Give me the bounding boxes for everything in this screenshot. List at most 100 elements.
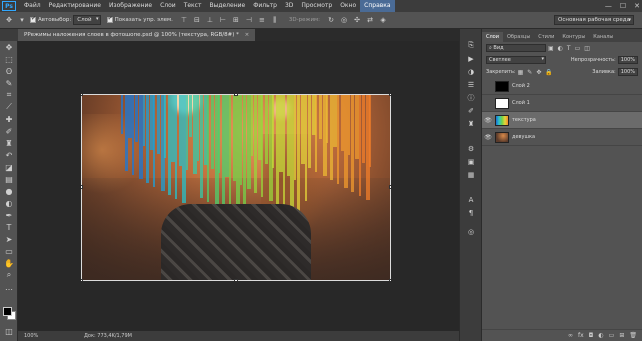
transform-handle[interactable] — [389, 185, 391, 189]
marquee-tool-icon[interactable]: ⬚ — [0, 53, 18, 65]
transform-handle[interactable] — [234, 279, 238, 281]
new-layer-icon[interactable]: ⊞ — [619, 332, 624, 339]
filter-smart-icon[interactable]: ◫ — [584, 45, 590, 52]
pan-3d-icon[interactable]: ✣ — [352, 15, 362, 25]
quick-mask-icon[interactable]: ◫ — [0, 325, 18, 337]
close-icon[interactable]: ✕ — [634, 0, 640, 12]
workspace-dropdown[interactable]: Основная рабочая среда — [554, 15, 634, 25]
zoom-level[interactable]: 100% — [24, 331, 38, 341]
history-panel-icon[interactable]: ⎘ — [460, 39, 482, 52]
panel-tab[interactable]: Слои — [482, 32, 503, 42]
adjustments-panel-icon[interactable]: ◑ — [460, 65, 482, 78]
menu-item[interactable]: Справка — [360, 0, 395, 12]
visibility-eye-icon[interactable]: 👁 — [482, 134, 494, 141]
channels-panel-icon[interactable]: ◎ — [460, 225, 482, 238]
scale-3d-icon[interactable]: ◈ — [378, 15, 388, 25]
maximize-icon[interactable]: ☐ — [620, 0, 626, 12]
paragraph-panel-icon[interactable]: ¶ — [460, 206, 482, 219]
rotate-3d-icon[interactable]: ↻ — [326, 15, 336, 25]
autoselect-checkbox[interactable] — [30, 15, 36, 23]
move-tool-icon[interactable]: ✥ — [0, 41, 18, 53]
menu-item[interactable]: Файл — [20, 0, 45, 12]
fill-input[interactable]: 100% — [617, 68, 638, 76]
blur-tool-icon[interactable]: ● — [0, 185, 18, 197]
autoselect-option[interactable]: Автовыбор: Слой — [30, 15, 101, 25]
more-tools-icon[interactable]: … — [0, 281, 18, 293]
transform-handle[interactable] — [81, 279, 83, 281]
lock-move-icon[interactable]: ✥ — [536, 69, 541, 76]
path-select-icon[interactable]: ➤ — [0, 233, 18, 245]
crop-tool-icon[interactable]: ⌗ — [0, 89, 18, 101]
document-canvas-image[interactable] — [81, 94, 391, 281]
align-center-icon[interactable]: ⊞ — [231, 15, 241, 25]
panel-tab[interactable]: Контуры — [558, 32, 589, 42]
brush-panel-icon[interactable]: ✐ — [460, 104, 482, 117]
blend-mode-dropdown[interactable]: Светлее — [486, 56, 546, 64]
move-tool-icon[interactable]: ✥ — [4, 15, 14, 25]
transform-handle[interactable] — [234, 94, 238, 96]
new-group-icon[interactable]: ▭ — [609, 332, 615, 339]
history-brush-icon[interactable]: ↶ — [0, 149, 18, 161]
clone-stamp-icon[interactable]: ♜ — [0, 137, 18, 149]
transform-handle[interactable] — [389, 94, 391, 96]
panel-tab[interactable]: Каналы — [589, 32, 617, 42]
healing-brush-icon[interactable]: ✚ — [0, 113, 18, 125]
gradient-tool-icon[interactable]: ▤ — [0, 173, 18, 185]
measurement-icon[interactable]: ▦ — [460, 168, 482, 181]
align-middle-icon[interactable]: ⊟ — [192, 15, 202, 25]
pen-tool-icon[interactable]: ✒ — [0, 209, 18, 221]
filter-adjust-icon[interactable]: ◐ — [558, 45, 563, 52]
panel-tab[interactable]: Стили — [534, 32, 558, 42]
delete-layer-icon[interactable]: 🗑 — [629, 332, 637, 339]
actions-panel-icon[interactable]: ▶ — [460, 52, 482, 65]
eyedropper-tool-icon[interactable]: ⟋ — [0, 101, 18, 113]
panel-tab[interactable]: Образцы — [503, 32, 534, 42]
transform-handle[interactable] — [81, 94, 83, 96]
add-mask-icon[interactable]: ◘ — [589, 332, 594, 339]
tool-preset-icon[interactable]: ▾ — [17, 15, 27, 25]
lock-pixels-icon[interactable]: ▦ — [518, 69, 524, 76]
opacity-input[interactable]: 100% — [617, 56, 638, 64]
distribute-h-icon[interactable]: ⫼ — [270, 15, 280, 25]
foreground-color-swatch[interactable] — [3, 307, 12, 316]
tool-presets-icon[interactable]: ⚙ — [460, 142, 482, 155]
transform-bounding-box[interactable] — [81, 94, 391, 281]
transform-handle[interactable] — [81, 185, 83, 189]
layer-row[interactable]: 👁 девушка — [482, 129, 642, 146]
align-left-icon[interactable]: ⊢ — [218, 15, 228, 25]
align-bottom-icon[interactable]: ⊥ — [205, 15, 215, 25]
filter-type-icon[interactable]: T — [567, 45, 571, 52]
minimize-icon[interactable]: — — [605, 0, 612, 12]
autoselect-dropdown[interactable]: Слой — [73, 15, 101, 25]
menu-item[interactable]: 3D — [281, 0, 297, 12]
distribute-icon[interactable]: ≡ — [257, 15, 267, 25]
transform-handle[interactable] — [389, 279, 391, 281]
info-panel-icon[interactable]: ⓘ — [460, 91, 482, 104]
lasso-tool-icon[interactable]: ʘ — [0, 65, 18, 77]
brush-tool-icon[interactable]: ✐ — [0, 125, 18, 137]
dodge-tool-icon[interactable]: ◐ — [0, 197, 18, 209]
menu-item[interactable]: Окно — [336, 0, 360, 12]
layer-style-icon[interactable]: fx — [578, 332, 584, 339]
slide-3d-icon[interactable]: ⇄ — [365, 15, 375, 25]
menu-item[interactable]: Слои — [156, 0, 180, 12]
layer-row[interactable]: 👁 текстура — [482, 112, 642, 129]
roll-3d-icon[interactable]: ◎ — [339, 15, 349, 25]
close-tab-icon[interactable]: × — [245, 32, 250, 38]
eraser-tool-icon[interactable]: ◪ — [0, 161, 18, 173]
menu-item[interactable]: Редактирование — [45, 0, 105, 12]
filter-shape-icon[interactable]: ▭ — [575, 45, 581, 52]
hand-tool-icon[interactable]: ✋ — [0, 257, 18, 269]
lock-all-icon[interactable]: 🔒 — [545, 69, 552, 76]
align-top-icon[interactable]: ⊤ — [179, 15, 189, 25]
menu-item[interactable]: Текст — [180, 0, 206, 12]
filter-pixel-icon[interactable]: ▣ — [548, 45, 554, 52]
layer-filter-dropdown[interactable]: ⌕ Вид — [486, 44, 546, 52]
character-panel-icon[interactable]: A — [460, 193, 482, 206]
link-layers-icon[interactable]: ∞ — [568, 332, 573, 339]
show-controls-option[interactable]: Показать упр. элем. — [106, 15, 173, 23]
lock-paint-icon[interactable]: ✎ — [527, 69, 532, 76]
quick-select-tool-icon[interactable]: ✎ — [0, 77, 18, 89]
menu-item[interactable]: Изображение — [105, 0, 156, 12]
layer-row[interactable]: Слой 2 — [482, 78, 642, 95]
